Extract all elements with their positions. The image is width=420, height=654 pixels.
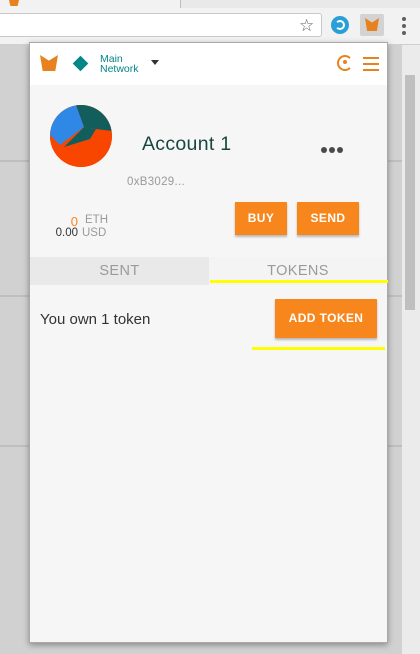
- add-token-button[interactable]: ADD TOKEN: [275, 299, 377, 338]
- account-switch-icon[interactable]: [337, 55, 353, 71]
- token-count-text: You own 1 token: [40, 311, 151, 328]
- browser-tab[interactable]: [0, 0, 181, 8]
- chevron-down-icon[interactable]: [151, 60, 159, 65]
- account-avatar: [50, 105, 112, 167]
- usd-balance-value: 0.00: [55, 227, 78, 239]
- star-icon[interactable]: ☆: [299, 16, 314, 36]
- account-options-icon[interactable]: [321, 140, 345, 158]
- account-name[interactable]: Account 1: [142, 133, 231, 156]
- hamburger-menu-icon[interactable]: [363, 57, 379, 75]
- tokens-tab-highlight: [210, 280, 388, 283]
- tab-sent[interactable]: SENT: [30, 257, 209, 285]
- popup-header: Main Network: [30, 43, 387, 85]
- browser-toolbar: ☆: [0, 8, 420, 45]
- address-bar[interactable]: ☆: [0, 13, 322, 37]
- buy-button[interactable]: BUY: [235, 202, 287, 235]
- eth-balance-unit: ETH: [85, 214, 108, 226]
- metamask-extension-button[interactable]: [360, 14, 384, 36]
- page-scrollbar-thumb[interactable]: [405, 75, 415, 310]
- add-token-highlight: [252, 347, 385, 350]
- metamask-logo-icon: [40, 55, 58, 71]
- sync-extension-icon[interactable]: [331, 16, 349, 34]
- network-name-line2: Network: [100, 63, 139, 75]
- metamask-tab-favicon-icon: [8, 0, 20, 6]
- metamask-fox-icon: [365, 18, 379, 31]
- network-indicator-icon: [72, 55, 89, 72]
- browser-tab-strip: [0, 0, 420, 8]
- identicon-icon: [50, 105, 112, 167]
- usd-balance-unit: USD: [82, 227, 107, 239]
- account-address[interactable]: 0xB3029...: [127, 176, 185, 188]
- send-button[interactable]: SEND: [297, 202, 359, 235]
- browser-menu-icon[interactable]: [402, 17, 406, 38]
- metamask-popup: Main Network Account 1 0xB3029... 0 ETH …: [29, 42, 388, 643]
